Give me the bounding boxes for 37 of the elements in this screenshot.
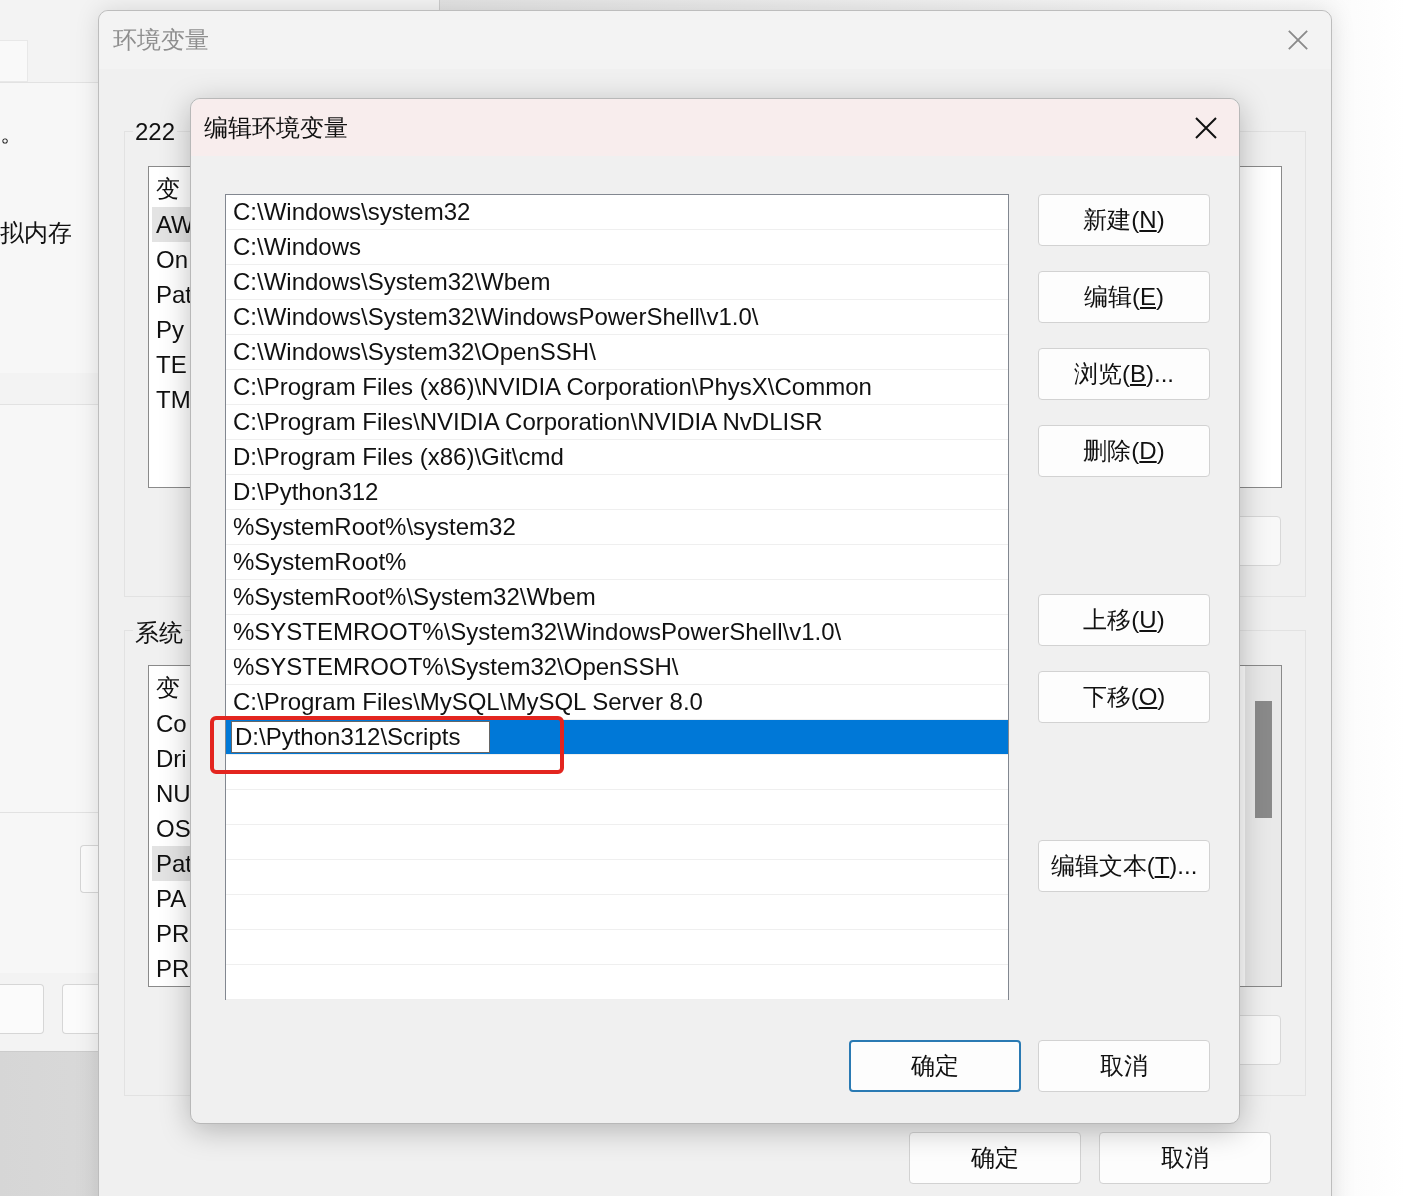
partial-button[interactable]: [80, 845, 98, 893]
scrollbar-track[interactable]: [1245, 666, 1281, 986]
dialog-button[interactable]: 取消: [1099, 1132, 1271, 1184]
close-icon[interactable]: [1194, 115, 1218, 140]
dialog-button[interactable]: 编辑(E): [1038, 271, 1210, 323]
scrollbar-thumb[interactable]: [1255, 701, 1272, 818]
list-row[interactable]: C:\Windows\System32\OpenSSH\: [226, 335, 1008, 370]
dialog-button[interactable]: 删除(D): [1038, 425, 1210, 477]
list-row[interactable]: D:\Python312: [226, 475, 1008, 510]
dialog-button[interactable]: 上移(U): [1038, 594, 1210, 646]
path-input-field[interactable]: D:\Python312\Scripts: [231, 721, 490, 753]
list-row[interactable]: C:\Windows\System32\Wbem: [226, 265, 1008, 300]
list-row[interactable]: C:\Program Files\NVIDIA Corporation\NVIDIA NvDLISR: [226, 405, 1008, 440]
window-title: 环境变量: [113, 25, 209, 55]
list-row[interactable]: D:\Python312\Scripts: [226, 720, 1008, 755]
list-row[interactable]: %SystemRoot%\System32\Wbem: [226, 580, 1008, 615]
list-row[interactable]: %SystemRoot%: [226, 545, 1008, 580]
list-row[interactable]: %SYSTEMROOT%\System32\OpenSSH\: [226, 650, 1008, 685]
dialog-button[interactable]: 确定: [849, 1040, 1021, 1092]
list-row[interactable]: C:\Windows: [226, 230, 1008, 265]
list-row[interactable]: C:\Program Files (x86)\NVIDIA Corporation\PhysX\Common: [226, 370, 1008, 405]
dialog-button[interactable]: 新建(N): [1038, 194, 1210, 246]
dialog-button[interactable]: 取消: [1038, 1040, 1210, 1092]
dialog-button[interactable]: 确定: [909, 1132, 1081, 1184]
dialog-title: 编辑环境变量: [204, 112, 348, 143]
dialog-button[interactable]: 下移(O): [1038, 671, 1210, 723]
panel-text: 拟内存: [0, 218, 72, 248]
dialog-button[interactable]: 浏览(B)...: [1038, 348, 1210, 400]
panel-text: 。: [0, 118, 24, 148]
list-row[interactable]: D:\Program Files (x86)\Git\cmd: [226, 440, 1008, 475]
partial-button[interactable]: [62, 984, 98, 1034]
partial-button[interactable]: [0, 984, 44, 1034]
list-row[interactable]: %SystemRoot%\system32: [226, 510, 1008, 545]
list-row[interactable]: C:\Windows\System32\WindowsPowerShell\v1.0\: [226, 300, 1008, 335]
dialog-button[interactable]: 编辑文本(T)...: [1038, 840, 1210, 892]
list-row[interactable]: %SYSTEMROOT%\System32\WindowsPowerShell\v1.0\: [226, 615, 1008, 650]
list-row[interactable]: C:\Windows\system32: [226, 195, 1008, 230]
